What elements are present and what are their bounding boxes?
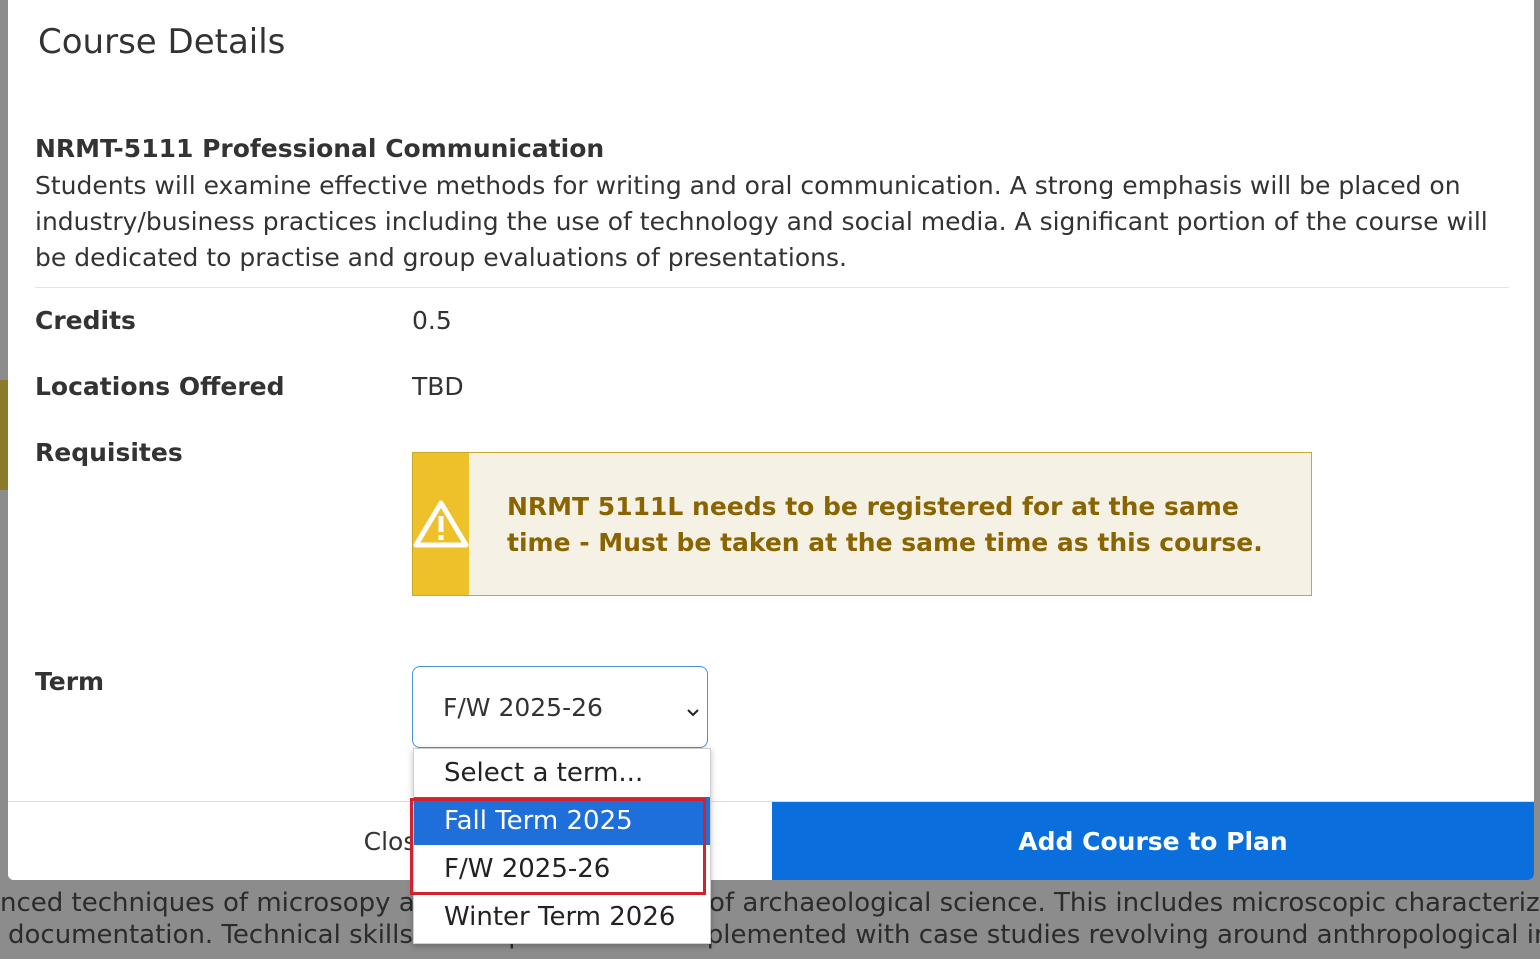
locations-label: Locations Offered (35, 372, 285, 401)
warning-icon (413, 453, 469, 595)
chevron-down-icon (685, 697, 701, 726)
term-select[interactable]: F/W 2025-26 (412, 666, 708, 748)
requisite-warning: NRMT 5111L needs to be registered for at… (412, 452, 1312, 596)
course-description: Students will examine effective methods … (35, 171, 1488, 272)
term-select-value: F/W 2025-26 (443, 693, 603, 722)
credits-value: 0.5 (412, 306, 452, 335)
background-text-line: documentation. Technical skills developm… (8, 920, 1540, 950)
credits-label: Credits (35, 306, 136, 335)
modal-footer: Clos Add Course to Plan (8, 801, 1534, 880)
course-details-modal: Course Details NRMT-5111 Professional Co… (8, 0, 1534, 880)
locations-value: TBD (412, 372, 464, 401)
term-option-highlighted[interactable]: Fall Term 2025 (414, 797, 710, 845)
divider (35, 287, 1509, 288)
term-option[interactable]: Winter Term 2026 (414, 893, 710, 941)
requisites-label: Requisites (35, 438, 183, 467)
requisite-message: NRMT 5111L needs to be registered for at… (507, 492, 1263, 557)
background-text-line: nced techniques of microsopy are used in… (0, 888, 1540, 918)
term-option[interactable]: Select a term... (414, 749, 710, 797)
term-dropdown-list: Select a term... Fall Term 2025 F/W 2025… (413, 748, 711, 944)
term-option[interactable]: F/W 2025-26 (414, 845, 710, 893)
term-label: Term (35, 667, 105, 696)
modal-title: Course Details (38, 22, 286, 62)
add-course-to-plan-button[interactable]: Add Course to Plan (772, 802, 1534, 880)
course-title: NRMT-5111 Professional Communication (35, 134, 605, 163)
